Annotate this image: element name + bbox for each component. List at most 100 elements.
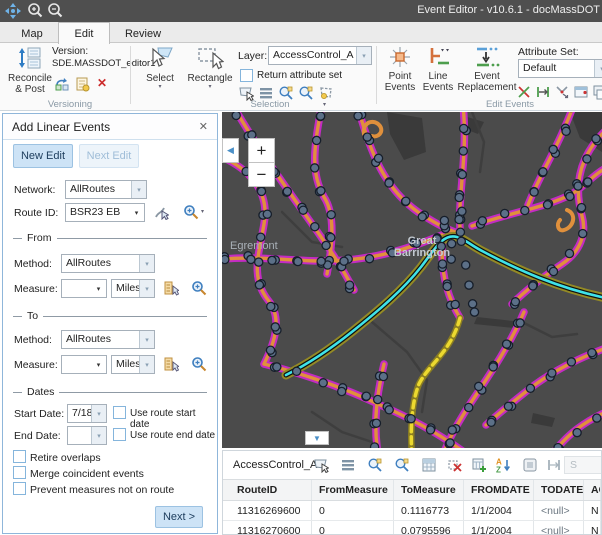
to-measure-arrow-icon[interactable]: ▾ [91,356,106,373]
col-todate[interactable]: TODATE [534,480,584,500]
merge-coincident-events-checkbox[interactable] [13,466,26,479]
to-units-combo[interactable]: Miles ▾ [111,355,155,374]
route-id-arrow-icon[interactable]: ▾ [129,204,144,221]
col-fromdate[interactable]: FROMDATE [464,480,534,500]
to-measure-picker-icon[interactable] [163,356,179,372]
start-date-arrow-icon[interactable]: ▾ [91,405,106,422]
rectangle-button[interactable]: Rectangle ▾ [186,45,234,90]
collapse-panel-button[interactable]: ◀ [222,138,239,163]
map-view[interactable]: Egremont Great Barrington ◀ + − ▼ [222,112,602,448]
line-events-button[interactable]: Line Events [420,45,456,93]
col-routeid[interactable]: RouteID [223,480,312,500]
attribute-set-arrow-icon[interactable]: ▾ [594,60,602,77]
start-date-combo[interactable]: 7/18/ ▾ [67,404,107,423]
table-measure-icon[interactable] [546,457,562,473]
end-date-arrow-icon[interactable]: ▾ [91,427,106,444]
zoom-in-icon[interactable] [26,2,44,20]
network-combo[interactable]: AllRoutes ▾ [65,180,147,199]
return-attribute-set-checkbox[interactable] [240,69,253,82]
point-events-icon [387,45,413,69]
network-arrow-icon[interactable]: ▾ [131,181,146,198]
ribbon: Reconcile & Post Version: SDE.MASSDOT_ed… [0,43,602,111]
route-zoom-icon[interactable] [183,204,199,220]
new-version-icon[interactable] [74,76,90,92]
new-edit-button[interactable]: New Edit [13,144,73,168]
rectangle-dropdown-icon[interactable]: ▾ [208,84,211,90]
from-units-combo[interactable]: Miles ▾ [111,279,155,298]
from-measure-picker-icon[interactable] [163,280,179,296]
prevent-measures-checkbox[interactable] [13,482,26,495]
tab-map[interactable]: Map [8,24,56,43]
reconcile-post-button[interactable]: Reconcile & Post [6,45,54,95]
table-row[interactable]: 11316270600 0 0.0795596 1/1/2004 <null> … [223,521,601,535]
route-id-combo[interactable]: BSR23 EB ▾ [65,203,145,222]
event-attributes-panel-icon[interactable] [573,84,589,100]
tab-review[interactable]: Review [115,24,171,43]
table-zoom-to-selected-icon[interactable] [367,457,383,473]
retire-overlaps-checkbox[interactable] [13,450,26,463]
zoom-out-icon[interactable] [46,2,64,20]
to-method-combo[interactable]: AllRoutes ▾ [61,330,155,349]
event-replacement-button[interactable]: Event Replacement [458,45,516,93]
to-method-value: AllRoutes [62,331,139,348]
table-add-record-icon[interactable] [471,457,487,473]
select-button[interactable]: Select ▾ [138,45,182,90]
layer-combo[interactable]: AccessControl_A ▾ [268,46,372,65]
pan-icon[interactable] [4,2,22,20]
table-clear-selection-icon[interactable] [447,457,463,473]
window-title: Event Editor - v10.6.1 - docMassDOT [417,4,600,16]
map-canvas: Egremont Great Barrington [222,112,602,448]
to-measure-combo[interactable]: ▾ [61,355,107,374]
map-zoom-in-button[interactable]: + [248,138,275,163]
table-search-input[interactable]: S [564,456,602,474]
table-field-calculator-icon[interactable] [421,457,437,473]
panel-close-icon[interactable]: ✕ [199,120,208,133]
next-edit-button[interactable]: Next Edit [79,144,139,168]
table-row[interactable]: 11316269600 0 0.1116773 1/1/2004 <null> … [223,501,601,521]
select-icon [146,45,174,71]
table-report-icon[interactable] [522,457,538,473]
network-value: AllRoutes [66,181,131,198]
to-method-arrow-icon[interactable]: ▾ [139,331,154,348]
version-changes-icon[interactable] [54,76,70,92]
table-sort-icon[interactable]: A Z [495,457,511,473]
route-zoom-dropdown-icon[interactable]: ▾ [201,209,204,215]
tab-edit[interactable]: Edit [58,22,110,44]
town-label-barrington: Barrington [394,247,451,259]
from-measure-zoom-icon[interactable] [191,280,207,296]
table-select-shape-icon[interactable] [313,457,329,473]
copy-attributes-icon[interactable] [592,84,602,100]
use-route-end-date-checkbox[interactable] [113,428,126,441]
col-ac[interactable]: AC [584,480,601,500]
to-units-value: Miles [112,356,139,373]
add-linear-events-panel: Add Linear Events ✕ New Edit Next Edit N… [2,113,218,534]
split-event-icon[interactable] [516,84,532,100]
select-dropdown-icon[interactable]: ▾ [158,84,161,90]
table-pan-to-selected-icon[interactable] [394,457,410,473]
col-tomeasure[interactable]: ToMeasure [394,480,464,500]
from-method-value: AllRoutes [62,255,139,272]
attribute-set-label: Attribute Set: [518,46,579,58]
collapse-table-button[interactable]: ▼ [305,431,329,445]
from-measure-arrow-icon[interactable]: ▾ [91,280,106,297]
layer-combo-arrow-icon[interactable]: ▾ [356,47,371,64]
from-measure-combo[interactable]: ▾ [61,279,107,298]
map-zoom-out-button[interactable]: − [248,162,275,187]
select-route-on-map-icon[interactable] [153,204,169,220]
from-method-combo[interactable]: AllRoutes ▾ [61,254,155,273]
point-events-button[interactable]: Point Events [382,45,418,93]
delete-version-icon[interactable]: ✕ [95,76,109,90]
attribute-set-combo[interactable]: Default ▾ [518,59,602,78]
snap-event-icon[interactable] [554,84,570,100]
to-measure-zoom-icon[interactable] [191,356,207,372]
from-method-arrow-icon[interactable]: ▾ [139,255,154,272]
event-replacement-label-2: Replacement [458,82,517,93]
use-route-start-date-checkbox[interactable] [113,406,126,419]
table-selection-list-icon[interactable] [340,457,356,473]
end-date-combo[interactable]: ▾ [67,426,107,445]
from-units-arrow-icon[interactable]: ▾ [139,280,154,297]
col-frommeasure[interactable]: FromMeasure [312,480,394,500]
to-units-arrow-icon[interactable]: ▾ [139,356,154,373]
measure-event-icon[interactable] [535,84,551,100]
next-button[interactable]: Next > [155,506,203,528]
